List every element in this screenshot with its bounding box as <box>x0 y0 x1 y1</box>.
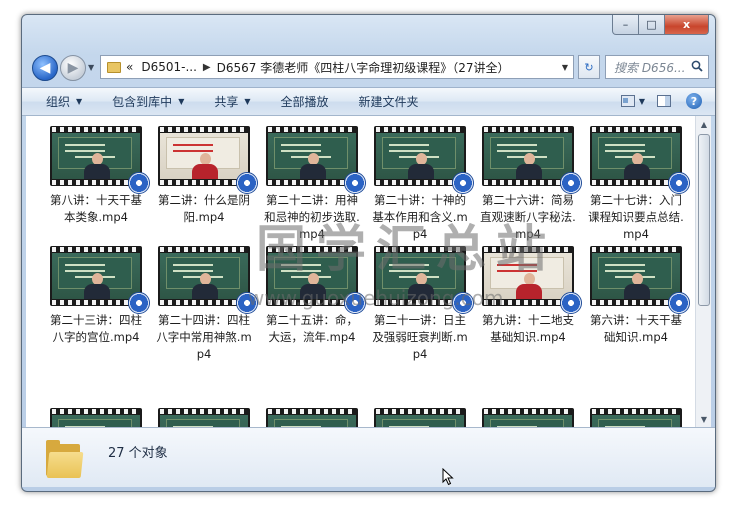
video-thumbnail <box>158 246 258 314</box>
file-name: 第九讲：十二地支基础知识.mp4 <box>482 313 574 344</box>
chevron-down-icon: ▼ <box>244 97 251 106</box>
include-in-library-label: 包含到库中 <box>112 95 173 109</box>
preview-pane-button[interactable] <box>653 92 675 110</box>
caption-buttons: – □ x <box>612 15 709 35</box>
back-button[interactable]: ◀ <box>32 55 58 81</box>
file-name: 第二十五讲：命，大运，流年.mp4 <box>266 313 358 344</box>
file-name: 第六讲：十天干基础知识.mp4 <box>590 313 682 344</box>
video-thumbnail <box>374 408 466 427</box>
chevron-down-icon: ▼ <box>76 97 83 106</box>
search-icon[interactable] <box>691 60 703 72</box>
preview-pane-icon <box>657 95 671 107</box>
video-reel-icon <box>128 292 150 314</box>
video-thumbnail <box>374 126 474 194</box>
video-thumbnail <box>482 408 574 427</box>
watermark-url: www.guoxuehuizong.com <box>248 286 504 310</box>
video-reel-icon <box>668 292 690 314</box>
video-reel-icon <box>668 172 690 194</box>
breadcrumb-item[interactable]: D6501-... <box>141 60 197 74</box>
file-name: 第二讲：什么是阴阳.mp4 <box>158 193 250 224</box>
file-list-pane[interactable]: 第八讲：十天干基本类象.mp4 第二讲：什么是阴阳.mp4 第二十二讲：用神和忌神的… <box>26 116 695 427</box>
close-button[interactable]: x <box>665 15 709 35</box>
video-reel-icon <box>560 292 582 314</box>
maximize-button[interactable]: □ <box>639 15 665 35</box>
video-thumbnail <box>266 408 358 427</box>
file-item[interactable] <box>154 408 254 427</box>
file-name: 第二十四讲：四柱八字中常用神煞.mp4 <box>156 313 252 361</box>
organize-label: 组织 <box>46 95 71 109</box>
file-name: 第二十三讲：四柱八字的宫位.mp4 <box>50 313 142 344</box>
change-view-button[interactable] <box>617 92 639 110</box>
video-reel-icon <box>560 172 582 194</box>
file-name: 第八讲：十天干基本类象.mp4 <box>50 193 142 224</box>
video-thumbnail <box>50 246 150 314</box>
file-item[interactable]: 第八讲：十天干基本类象.mp4 <box>46 126 150 226</box>
video-thumbnail <box>590 126 690 194</box>
new-folder-button[interactable]: 新建文件夹 <box>359 93 419 110</box>
file-item[interactable] <box>262 408 362 427</box>
address-dropdown-button[interactable]: ▼ <box>557 56 573 78</box>
file-name: 第二十一讲：日主及强弱旺衰判断.mp4 <box>372 313 468 361</box>
scrollbar-thumb[interactable] <box>698 134 710 306</box>
include-in-library-menu[interactable]: 包含到库中 ▼ <box>112 93 184 110</box>
file-item[interactable]: 第六讲：十天干基础知识.mp4 <box>586 246 690 346</box>
command-bar: 组织 ▼ 包含到库中 ▼ 共享 ▼ 全部播放 新建文件夹 ▼ ? <box>22 87 715 116</box>
scroll-down-arrow[interactable]: ▼ <box>696 411 712 427</box>
video-reel-icon <box>452 172 474 194</box>
help-button[interactable]: ? <box>683 92 705 110</box>
file-item[interactable]: 第二十七讲：入门课程知识要点总结.mp4 <box>586 126 690 243</box>
video-reel-icon <box>344 172 366 194</box>
video-reel-icon <box>236 172 258 194</box>
file-item[interactable] <box>586 408 686 427</box>
forward-button[interactable]: ▶ <box>60 55 86 81</box>
chevron-down-icon: ▼ <box>178 97 185 106</box>
video-thumbnail <box>50 408 142 427</box>
file-item[interactable]: 第二十四讲：四柱八字中常用神煞.mp4 <box>154 246 258 363</box>
help-icon: ? <box>686 93 702 109</box>
video-thumbnail <box>158 408 250 427</box>
video-thumbnail <box>482 126 582 194</box>
breadcrumb-item-current[interactable]: D6567 李德老师《四柱八字命理初级课程》（27讲全） <box>217 59 510 76</box>
file-item[interactable] <box>370 408 470 427</box>
view-dropdown-button[interactable]: ▼ <box>639 97 645 106</box>
file-name: 第二十七讲：入门课程知识要点总结.mp4 <box>588 193 684 241</box>
scroll-up-arrow[interactable]: ▲ <box>696 116 712 132</box>
folder-icon <box>107 61 121 73</box>
folder-icon <box>46 440 84 478</box>
video-thumbnail <box>590 246 690 314</box>
breadcrumb-separator[interactable]: ▶ <box>203 62 211 73</box>
view-icon <box>620 95 635 107</box>
minimize-button[interactable]: – <box>612 15 639 35</box>
vertical-scrollbar[interactable]: ▲ ▼ <box>695 116 711 427</box>
play-all-button[interactable]: 全部播放 <box>281 93 329 110</box>
watermark-title: 国学汇总站 <box>256 220 556 278</box>
breadcrumb-overflow[interactable]: « <box>126 60 133 74</box>
share-menu[interactable]: 共享 ▼ <box>214 93 250 110</box>
recent-pages-dropdown[interactable]: ▼ <box>88 63 94 72</box>
video-thumbnail <box>590 408 682 427</box>
video-thumbnail <box>50 126 150 194</box>
item-count: 27 个对象 <box>108 446 168 461</box>
share-label: 共享 <box>214 95 239 109</box>
video-thumbnail <box>266 126 366 194</box>
video-reel-icon <box>128 172 150 194</box>
video-thumbnail <box>158 126 258 194</box>
search-input[interactable]: 搜索 D656... <box>605 55 709 79</box>
address-bar[interactable]: « D6501-... ▶ D6567 李德老师《四柱八字命理初级课程》（27讲… <box>100 55 574 79</box>
search-placeholder: 搜索 D656... <box>614 60 686 75</box>
file-item[interactable]: 第二十三讲：四柱八字的宫位.mp4 <box>46 246 150 346</box>
file-item[interactable]: 第二讲：什么是阴阳.mp4 <box>154 126 258 226</box>
view-controls: ▼ ? <box>609 92 705 110</box>
organize-menu[interactable]: 组织 ▼ <box>46 93 82 110</box>
explorer-window: – □ x ◀ ▶ ▼ « D6501-... ▶ D6567 李德老师《四柱八… <box>21 14 716 492</box>
address-row: ◀ ▶ ▼ « D6501-... ▶ D6567 李德老师《四柱八字命理初级课… <box>28 53 709 81</box>
file-item[interactable] <box>46 408 146 427</box>
file-item[interactable] <box>478 408 578 427</box>
details-pane: 27 个对象 <box>22 427 715 487</box>
mouse-cursor-icon <box>442 468 454 486</box>
refresh-button[interactable]: ↻ <box>578 55 600 79</box>
